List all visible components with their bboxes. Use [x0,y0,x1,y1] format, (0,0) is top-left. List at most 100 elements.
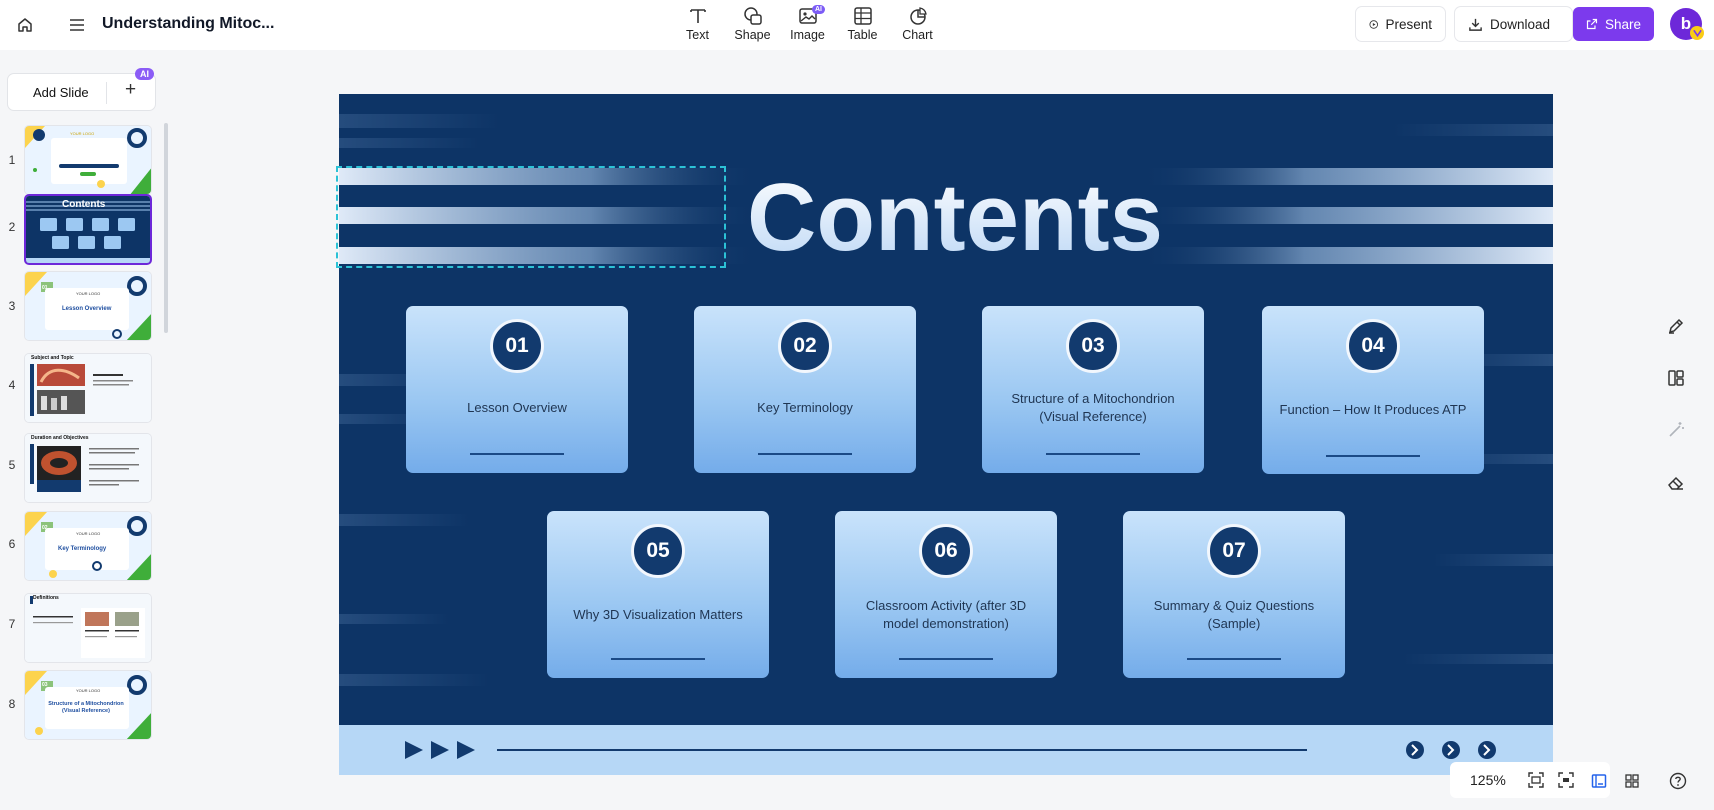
card-underline [758,453,852,455]
contents-card-3[interactable]: 03 Structure of a Mitochondrion (Visual … [982,306,1204,473]
chevron-circles-icon [1406,741,1496,759]
contents-card-1[interactable]: 01 Lesson Overview [406,306,628,473]
slide-logo-text: YOUR LOGO [76,531,101,536]
slide-thumbnail-7[interactable] [24,593,152,663]
pen-icon[interactable] [1663,313,1689,339]
slide-number-badge: 01 [42,285,48,291]
card-title: Key Terminology [757,400,853,415]
slide-footer-bar [339,725,1553,775]
card-title: Why 3D Visualization Matters [573,607,743,622]
card-underline [470,453,564,455]
present-label: Present [1385,16,1432,32]
slide-heading-text: Definitions [33,595,59,601]
card-underline [1187,658,1281,660]
layout-icon[interactable] [1663,365,1689,391]
slide-title-text: Lesson Overview [62,306,112,312]
download-icon [1469,18,1482,31]
footer-divider-line [497,749,1307,751]
insert-toolbar: Text Shape AI Image Table Chart [670,5,945,42]
add-slide-button[interactable]: Add Slide + AI [7,68,156,111]
premium-badge-icon [1690,26,1704,40]
text-icon [689,9,706,23]
card-number: 04 [1346,319,1400,373]
slide-title-text: Structure of a Mitochondrion (Visual Ref… [48,701,124,714]
slide-logo-text: YOUR LOGO [76,291,101,296]
chart-tool-button[interactable]: Chart [890,6,945,42]
slide-logo-text: YOUR LOGO [76,688,101,693]
fit-screen-icon[interactable] [1527,771,1545,789]
slide-number: 6 [8,537,16,551]
slide-heading-text: Subject and Topic [31,355,74,361]
slide-thumbnail-5[interactable] [24,433,152,503]
help-icon[interactable] [1668,771,1688,791]
slide-number: 2 [8,220,16,234]
magic-wand-icon[interactable] [1663,417,1689,443]
ai-badge: AI [135,68,154,80]
slide-number: 3 [8,299,16,313]
text-tool-label: Text [686,28,709,42]
document-title[interactable]: Understanding Mitoc... [102,15,274,33]
shape-icon [743,7,762,25]
slide-title[interactable]: Contents [747,164,1163,271]
sidebar-scrollbar[interactable] [164,123,168,333]
image-tool-button[interactable]: AI Image [780,5,835,42]
download-button[interactable]: Download [1455,7,1572,41]
zoom-controls: 125% [1450,762,1610,798]
image-ai-badge: AI [812,5,825,14]
card-title: Classroom Activity (after 3D model demon… [865,598,1027,631]
single-view-icon[interactable] [1589,771,1609,791]
slide-heading-text: Duration and Objectives [31,435,89,441]
download-label: Download [1490,16,1551,32]
slide-thumbnail-4[interactable] [24,353,152,423]
present-button[interactable]: Present [1356,7,1445,41]
image-tool-label: Image [790,28,825,42]
card-number: 03 [1066,319,1120,373]
card-underline [1046,453,1140,455]
slide-number: 4 [8,378,16,392]
share-icon [1586,18,1598,30]
contents-card-5[interactable]: 05 Why 3D Visualization Matters [547,511,769,678]
top-bar: Understanding Mitoc... Text Shape AI Ima… [0,0,1714,50]
slide-sidebar: Add Slide + AI 1 YOUR LOGO 2 Contents 3 … [0,55,170,810]
share-label: Share [1604,16,1641,32]
play-arrows-icon [405,741,475,759]
card-title: Function – How It Produces ATP [1279,402,1467,417]
contents-card-7[interactable]: 07 Summary & Quiz Questions (Sample) [1123,511,1345,678]
fullscreen-icon[interactable] [1557,771,1575,789]
selection-outline[interactable] [336,166,726,268]
card-underline [611,658,705,660]
grid-view-icon[interactable] [1622,771,1642,791]
slide-number: 7 [8,617,16,631]
slide-number-badge: 03 [42,682,48,688]
chart-tool-label: Chart [902,28,933,42]
table-icon [853,7,872,25]
home-icon[interactable] [12,12,38,38]
share-button[interactable]: Share [1573,7,1654,41]
card-title: Summary & Quiz Questions (Sample) [1153,598,1315,631]
eraser-icon[interactable] [1663,470,1689,496]
card-number: 05 [631,524,685,578]
card-underline [899,658,993,660]
add-slide-divider [106,82,107,104]
table-tool-label: Table [847,28,878,42]
contents-card-6[interactable]: 06 Classroom Activity (after 3D model de… [835,511,1057,678]
contents-card-4[interactable]: 04 Function – How It Produces ATP [1262,306,1484,474]
contents-card-2[interactable]: 02 Key Terminology [694,306,916,473]
card-title: Structure of a Mitochondrion (Visual Ref… [1011,391,1175,424]
slide-number: 1 [8,153,16,167]
text-tool-button[interactable]: Text [670,6,725,42]
card-number: 07 [1207,524,1261,578]
shape-tool-button[interactable]: Shape [725,6,780,42]
slide-number: 8 [8,697,16,711]
slide-number-badge: 02 [42,525,48,531]
add-slide-label: Add Slide [33,85,89,100]
zoom-level[interactable]: 125% [1470,772,1506,788]
menu-icon[interactable] [64,12,90,38]
slide-title-text: Key Terminology [58,546,107,552]
table-tool-button[interactable]: Table [835,6,890,42]
slide-logo-text: YOUR LOGO [70,131,95,136]
card-number: 01 [490,319,544,373]
plus-icon[interactable]: + [125,79,136,101]
slide-number: 5 [8,458,16,472]
card-title: Lesson Overview [467,400,567,415]
